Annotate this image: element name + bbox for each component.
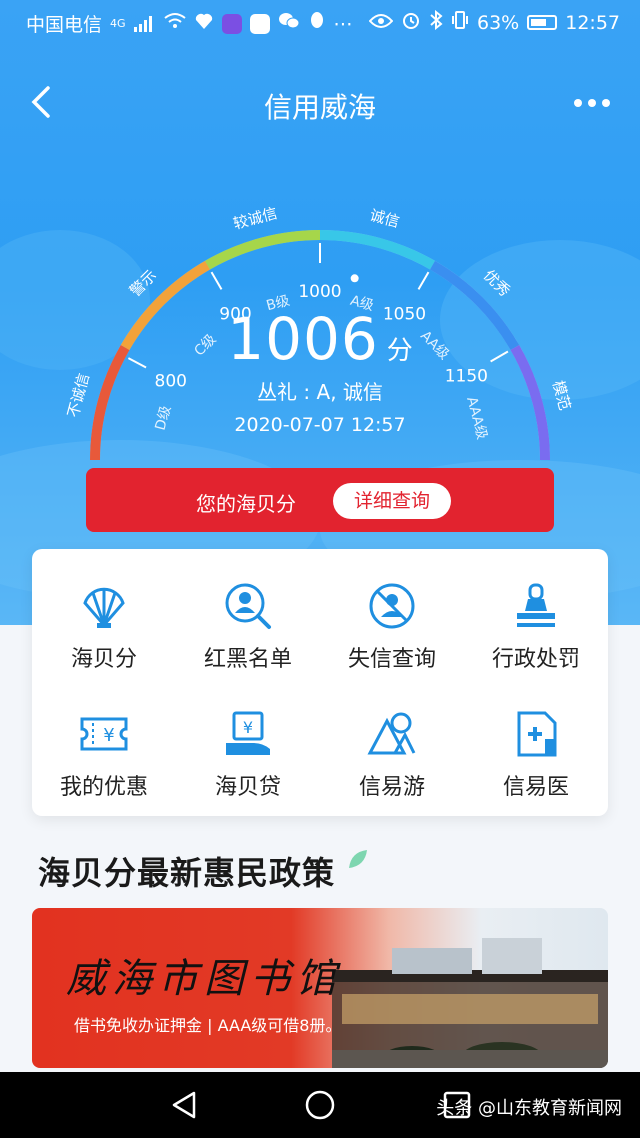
nav-home-button[interactable] xyxy=(303,1090,337,1120)
feature-card: 海贝分 红黑名单 失信查询 行政处罚 ¥ 我的优惠 ¥ 海贝贷 信易游 信易医 xyxy=(32,549,608,816)
section-title-text: 海贝分最新惠民政策 xyxy=(38,854,336,892)
score-bar: 您的海贝分 详细查询 xyxy=(86,468,554,532)
gauge-tick xyxy=(210,271,223,290)
library-banner[interactable]: 威海市图书馆 借书免收办证押金 | AAA级可借8册。 xyxy=(32,908,608,1068)
nav-back-button[interactable] xyxy=(168,1090,202,1120)
feature-label: 红黑名单 xyxy=(203,647,292,672)
feature-label: 信易医 xyxy=(502,775,569,800)
gauge-level-label: 诚信 xyxy=(368,206,402,231)
score-subtitle: 丛礼 : A, 诚信 xyxy=(257,380,383,404)
score-unit: 分 xyxy=(386,336,413,366)
feature-label: 海贝贷 xyxy=(214,775,281,800)
score-bar-label: 您的海贝分 xyxy=(196,492,296,516)
leaf-icon xyxy=(349,850,368,868)
feature-item-redblack-list[interactable]: 红黑名单 xyxy=(176,559,320,679)
gauge-level-label: 警示 xyxy=(126,266,160,300)
gauge-segment xyxy=(205,230,321,270)
feature-item-admin-penalty[interactable]: 行政处罚 xyxy=(464,559,608,679)
score-date: 2020-07-07 12:57 xyxy=(234,414,406,436)
score-display: 1006 分 xyxy=(0,305,640,373)
more-dots-icon xyxy=(574,99,610,107)
feature-item-haibeifen[interactable]: 海贝分 xyxy=(32,559,176,679)
coupon-icon: ¥ xyxy=(80,717,128,751)
svg-text:¥: ¥ xyxy=(243,718,253,737)
score-value: 1006 xyxy=(227,305,379,373)
medical-icon xyxy=(517,711,557,757)
hero-background: 中国电信 4G ⋯ 63% 12:57 信用威海 不诚信 警示 较诚信 诚信 优… xyxy=(0,0,640,625)
gauge-tick xyxy=(417,271,430,290)
user-search-icon xyxy=(225,583,271,629)
triangle-back-icon xyxy=(172,1091,196,1119)
loan-icon: ¥ xyxy=(226,711,270,755)
feature-item-haibei-loan[interactable]: ¥ 海贝贷 xyxy=(176,687,320,807)
circle-home-icon xyxy=(305,1090,335,1120)
feature-item-xinyi-medical[interactable]: 信易医 xyxy=(464,687,608,807)
section-title: 海贝分最新惠民政策 xyxy=(38,848,369,894)
banner-title: 威海市图书馆 xyxy=(66,956,342,1002)
nav-bar: 信用威海 xyxy=(0,72,640,136)
watermark: 头条 @山东教育新闻网 xyxy=(436,1098,622,1119)
more-button[interactable] xyxy=(572,88,612,118)
detail-query-button[interactable]: 详细查询 xyxy=(333,483,451,519)
feature-item-my-discounts[interactable]: ¥ 我的优惠 xyxy=(32,687,176,807)
gauge-tick-label: 1000 xyxy=(298,282,341,302)
stamp-icon xyxy=(517,583,555,627)
feature-label: 行政处罚 xyxy=(491,647,580,672)
user-forbidden-icon xyxy=(369,583,415,629)
feature-label: 失信查询 xyxy=(347,647,436,672)
feature-label: 海贝分 xyxy=(70,647,137,672)
mountain-icon xyxy=(367,712,416,755)
feature-item-xinyi-travel[interactable]: 信易游 xyxy=(320,687,464,807)
feature-grid: 海贝分 红黑名单 失信查询 行政处罚 ¥ 我的优惠 ¥ 海贝贷 信易游 信易医 xyxy=(32,549,608,816)
banner-subtitle: 借书免收办证押金 | AAA级可借8册。 xyxy=(74,1016,342,1035)
gauge-indicator-dot xyxy=(350,274,359,283)
svg-text:¥: ¥ xyxy=(103,725,114,746)
shell-icon xyxy=(83,587,125,628)
feature-label: 信易游 xyxy=(358,775,425,800)
system-nav-bar: 头条 @山东教育新闻网 xyxy=(0,1072,640,1138)
gauge-level-label: 优秀 xyxy=(480,266,514,300)
page-title: 信用威海 xyxy=(263,91,376,124)
feature-label: 我的优惠 xyxy=(59,775,148,800)
feature-item-dishonest-query[interactable]: 失信查询 xyxy=(320,559,464,679)
gauge-level-label: 较诚信 xyxy=(231,204,279,233)
gauge-segment xyxy=(319,230,435,270)
